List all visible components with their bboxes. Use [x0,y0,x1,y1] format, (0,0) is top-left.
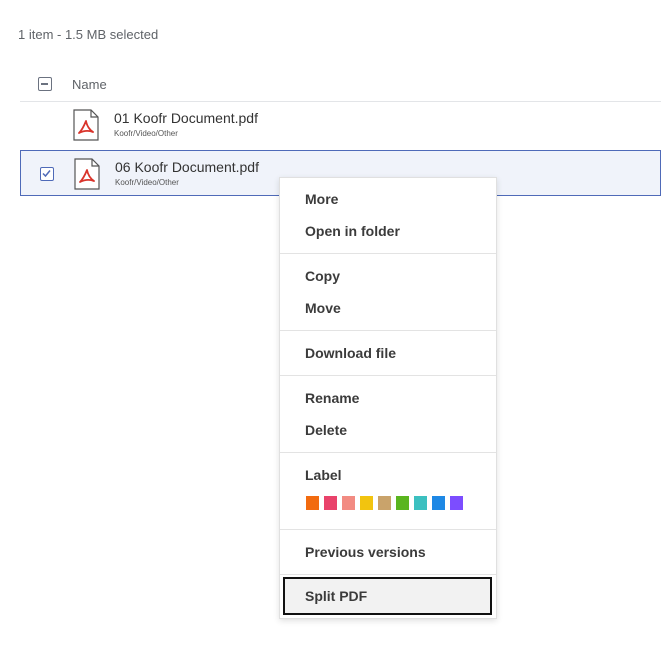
menu-divider [280,375,496,376]
label-color-swatches [306,496,463,510]
menu-item-rename[interactable]: Rename [280,384,496,412]
label-color-swatch[interactable] [324,496,337,510]
menu-divider [280,529,496,530]
menu-item-copy[interactable]: Copy [280,262,496,290]
label-color-swatch[interactable] [378,496,391,510]
file-row[interactable]: 01 Koofr Document.pdf Koofr/Video/Other [20,102,661,148]
file-path: Koofr/Video/Other [115,178,179,187]
menu-item-open-in-folder[interactable]: Open in folder [280,217,496,245]
menu-item-more[interactable]: More [280,185,496,213]
menu-item-download-file[interactable]: Download file [280,339,496,367]
minus-icon [41,83,48,85]
pdf-file-icon [74,158,100,190]
file-name[interactable]: 06 Koofr Document.pdf [115,159,259,175]
pdf-file-icon [73,109,99,141]
label-color-swatch[interactable] [396,496,409,510]
menu-divider [280,253,496,254]
column-header-name[interactable]: Name [72,77,107,92]
menu-divider [280,330,496,331]
select-all-checkbox[interactable] [38,77,52,91]
file-browser: 1 item - 1.5 MB selected Name 01 Koofr D… [0,0,661,657]
menu-divider [280,452,496,453]
file-path: Koofr/Video/Other [114,129,178,138]
menu-item-split-pdf[interactable]: Split PDF [283,577,492,615]
label-color-swatch[interactable] [414,496,427,510]
label-color-swatch[interactable] [450,496,463,510]
checkmark-icon [42,170,51,178]
row-checkbox[interactable] [40,167,54,181]
label-color-swatch[interactable] [306,496,319,510]
label-heading: Label [305,467,342,483]
file-name[interactable]: 01 Koofr Document.pdf [114,110,258,126]
label-color-swatch[interactable] [342,496,355,510]
list-header: Name [20,72,661,102]
menu-divider [280,574,496,575]
label-color-swatch[interactable] [360,496,373,510]
menu-item-move[interactable]: Move [280,294,496,322]
context-menu: More Open in folder Copy Move Download f… [279,177,497,619]
menu-item-previous-versions[interactable]: Previous versions [280,538,496,566]
menu-item-delete[interactable]: Delete [280,416,496,444]
selection-summary: 1 item - 1.5 MB selected [18,27,159,42]
label-color-swatch[interactable] [432,496,445,510]
